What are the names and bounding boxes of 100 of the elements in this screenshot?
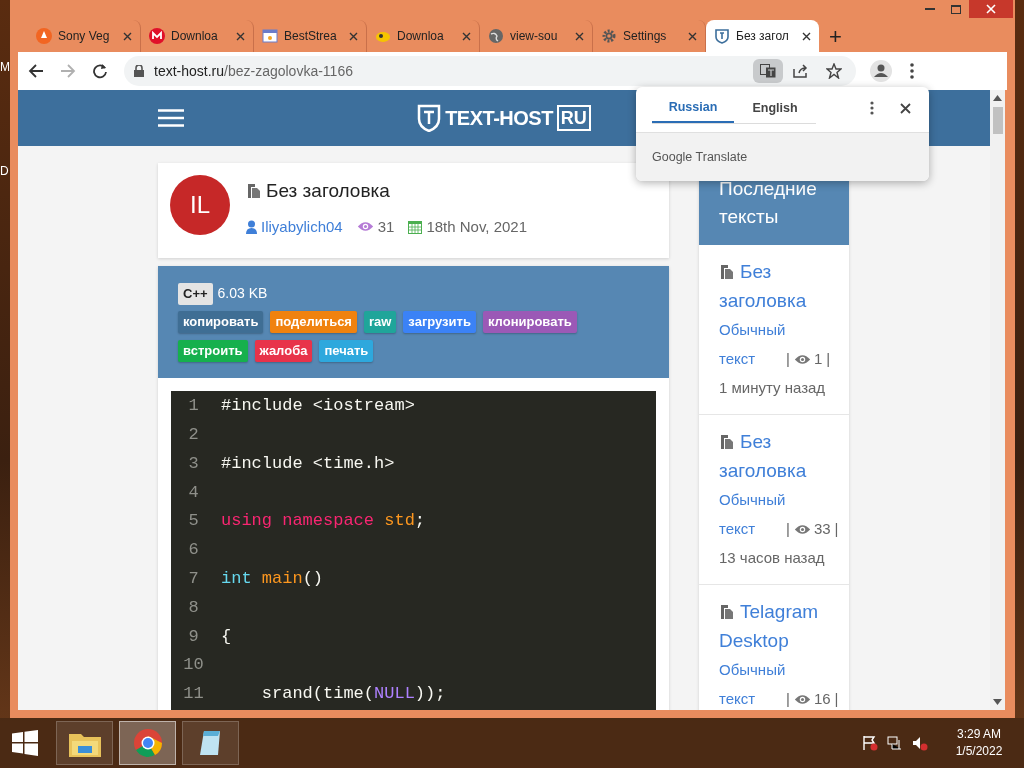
line-number: 8 [187, 596, 200, 619]
line-number: 10 [182, 654, 205, 677]
flag-icon[interactable] [862, 735, 878, 751]
separator: | [834, 520, 839, 537]
translate-icon [760, 64, 776, 78]
action-button[interactable]: печать [319, 339, 374, 362]
line-number: 7 [187, 567, 200, 590]
eye-icon [793, 354, 811, 365]
clock-date[interactable]: 1/5/2022 [955, 743, 1003, 760]
close-icon[interactable] [802, 31, 811, 41]
clock-time[interactable]: 3:29 AM [957, 726, 1001, 743]
code-line: #include <iostream> [220, 395, 415, 418]
separator: | [826, 350, 831, 367]
close-icon[interactable] [688, 31, 697, 41]
close-icon[interactable] [236, 31, 245, 41]
line-number: 9 [187, 625, 200, 648]
translate-button[interactable] [753, 59, 783, 83]
view-count: 1 [813, 350, 823, 367]
minimize-icon [925, 8, 935, 10]
tab-title: view-sou [510, 28, 559, 45]
taskbar-app-button[interactable] [56, 721, 113, 765]
view-count: 33 [813, 520, 831, 537]
separator: | [786, 520, 790, 537]
close-icon[interactable] [575, 31, 584, 41]
text-type-link[interactable]: Обычный текст [719, 655, 783, 710]
network-icon[interactable] [887, 735, 903, 751]
sidebar-text-link[interactable]: Без заголовка [719, 257, 845, 315]
document-icon [719, 434, 735, 450]
star-icon[interactable] [826, 63, 842, 79]
scrollbar-thumb[interactable] [992, 107, 1003, 134]
site-logo-suffix: RU [556, 105, 591, 131]
new-tab-button[interactable]: + [829, 26, 842, 48]
chrome-icon [132, 728, 163, 758]
reload-icon[interactable] [92, 63, 108, 79]
maximize-icon [951, 4, 961, 14]
eye-icon [356, 221, 374, 233]
post-date: 18th Nov, 2021 [426, 216, 528, 237]
document-icon [246, 183, 262, 200]
speaker-muted-icon[interactable] [912, 735, 928, 751]
close-icon [986, 4, 996, 14]
taskbar-app-button[interactable] [182, 721, 239, 765]
scroll-down-icon[interactable] [993, 699, 1002, 705]
action-button[interactable]: копировать [178, 310, 264, 333]
menu-icon[interactable] [910, 63, 914, 79]
code-line: int main() [220, 567, 324, 590]
close-button[interactable] [969, 0, 1013, 18]
action-button[interactable]: встроить [178, 339, 248, 362]
line-number: 3 [187, 452, 200, 475]
tab-title: Settings [623, 28, 668, 45]
line-number: 1 [187, 395, 200, 418]
action-button[interactable]: raw [363, 310, 397, 333]
action-button[interactable]: жалоба [254, 339, 313, 362]
sidebar-text-link[interactable]: Telagram Desktop [719, 597, 845, 655]
view-count: 16 [813, 690, 831, 707]
browser-tab[interactable]: Без загол [706, 20, 819, 52]
text-type-link[interactable]: Обычный текст [719, 315, 783, 373]
tab-title: Downloa [171, 28, 219, 45]
more-icon[interactable] [870, 101, 874, 115]
address-bar[interactable]: text-host.ru/bez-zagolovka-1166 [124, 56, 856, 86]
document-icon [719, 264, 735, 280]
calendar-icon [408, 219, 423, 234]
scrollbar[interactable] [990, 90, 1005, 710]
shield-icon [714, 28, 730, 44]
taskbar-app-button[interactable] [119, 721, 176, 765]
desktop-icon-label: M [0, 59, 10, 76]
globe-icon [488, 28, 504, 44]
post-title: Без заголовка [266, 179, 390, 203]
sidebar-text-link[interactable]: Без заголовка [719, 427, 845, 485]
scroll-up-icon[interactable] [993, 95, 1002, 101]
close-icon[interactable] [900, 103, 911, 114]
file-size: 6.03 KB [217, 284, 268, 304]
share-icon[interactable] [793, 64, 808, 78]
close-icon[interactable] [349, 31, 358, 41]
language-tab[interactable]: Russian [652, 93, 734, 123]
close-icon[interactable] [123, 31, 132, 41]
tab-title: Без загол [736, 28, 790, 45]
text-type-link[interactable]: Обычный текст [719, 485, 783, 543]
code-line: { [220, 625, 232, 648]
url-text: text-host.ru/bez-zagolovka-1166 [154, 61, 353, 81]
lock-icon [134, 65, 144, 77]
tab-title: Downloa [397, 28, 445, 45]
eye-icon [793, 524, 811, 535]
eye-icon [793, 694, 811, 705]
shield-icon [417, 104, 442, 132]
back-arrow-icon[interactable] [28, 63, 44, 79]
action-button[interactable]: поделиться [270, 310, 357, 333]
action-button[interactable]: загрузить [403, 310, 476, 333]
avatar: IL [170, 175, 230, 235]
line-number: 6 [187, 539, 200, 562]
language-label: C++ [178, 283, 213, 305]
language-tab[interactable]: English [734, 93, 816, 123]
close-icon[interactable] [462, 31, 471, 41]
author-link[interactable]: Iliyabylich04 [261, 215, 343, 238]
menu-icon[interactable] [158, 109, 184, 127]
tab-title: Sony Veg [58, 28, 111, 45]
profile-icon[interactable] [870, 60, 892, 82]
separator: | [834, 690, 839, 707]
site-logo-text[interactable]: TEXT-HOST [445, 103, 553, 133]
translate-brand: Google Translate [652, 148, 748, 166]
action-button[interactable]: клонировать [482, 310, 577, 333]
